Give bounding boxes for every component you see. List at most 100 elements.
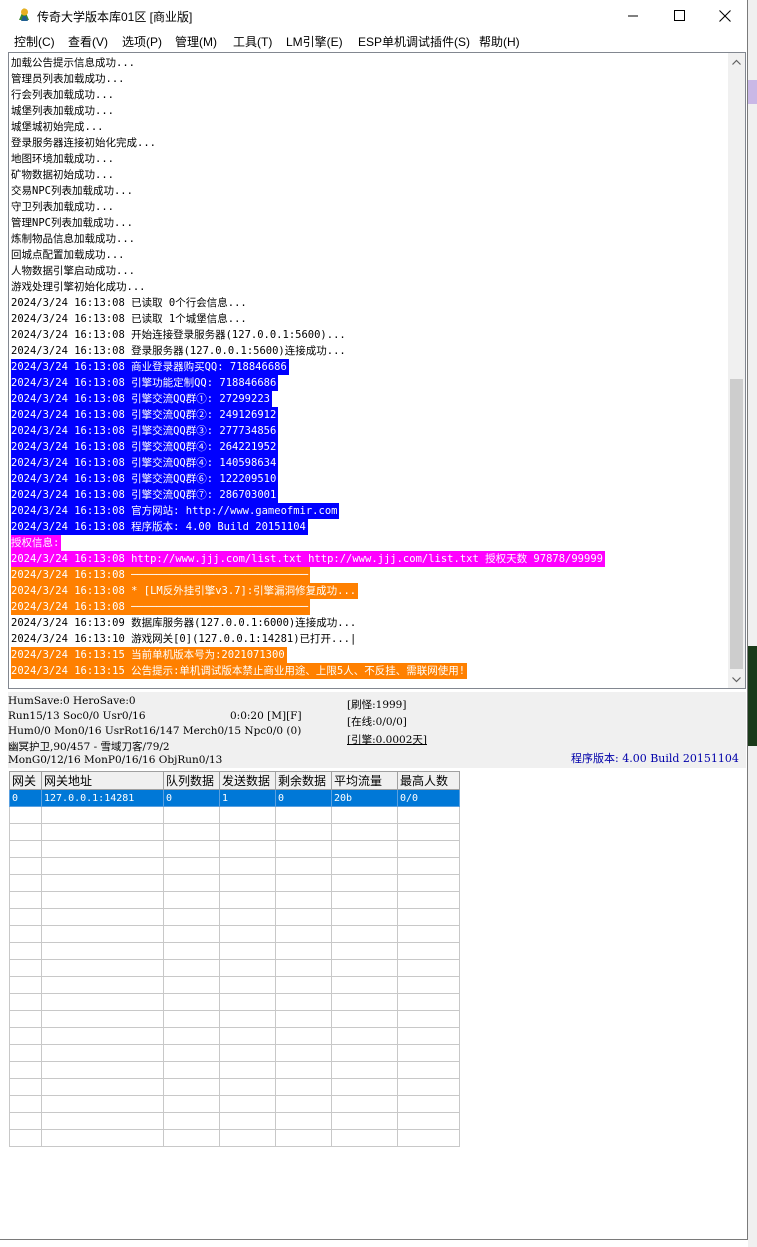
table-cell [397, 976, 460, 994]
col-send-data[interactable]: 发送数据 [219, 771, 276, 790]
hum-status: Hum0/0 Mon0/16 UsrRot16/147 Merch0/15 Np… [8, 725, 302, 737]
menu-lm-engine[interactable]: LM引擎(E) [286, 33, 343, 50]
table-cell [331, 908, 398, 926]
menu-options[interactable]: 选项(P) [122, 33, 162, 50]
log-line: 2024/3/24 16:13:10 游戏网关[0](127.0.0.1:142… [11, 631, 729, 647]
close-icon [719, 9, 731, 22]
log-line: 2024/3/24 16:13:09 数据库服务器(127.0.0.1:6000… [11, 615, 729, 631]
log-line-text: 加载公告提示信息成功... [11, 57, 135, 69]
menu-esp-plugin[interactable]: ESP单机调试插件(S) [358, 33, 470, 50]
cell-send: 1 [219, 789, 276, 807]
table-cell [219, 874, 276, 892]
menu-manage[interactable]: 管理(M) [175, 33, 217, 50]
table-cell [41, 908, 164, 926]
gateway-table: 网关 网关地址 队列数据 发送数据 剩余数据 平均流量 最高人数 0 127.0… [9, 771, 460, 1147]
menu-help[interactable]: 帮助(H) [479, 33, 520, 50]
table-cell [397, 959, 460, 977]
table-cell [397, 1078, 460, 1096]
log-line-text: 登录服务器连接初始化完成... [11, 137, 156, 149]
table-cell [9, 1078, 42, 1096]
col-gateway-address[interactable]: 网关地址 [41, 771, 164, 790]
table-cell [275, 959, 332, 977]
table-cell [41, 1095, 164, 1113]
table-cell [9, 925, 42, 943]
table-cell [397, 857, 460, 875]
table-cell [9, 908, 42, 926]
minimize-button[interactable] [610, 0, 656, 31]
table-cell [275, 840, 332, 858]
cell-remaining: 0 [275, 789, 332, 807]
table-cell [331, 823, 398, 841]
log-line-text: 2024/3/24 16:13:08 引擎交流QQ群②: 249126912 [11, 407, 279, 423]
table-row[interactable]: 0 127.0.0.1:14281 0 1 0 20b 0/0 [9, 789, 460, 807]
title-bar[interactable]: 传奇大学版本库01区 [商业版] [0, 0, 747, 31]
mon-gen-status: MonG0/12/16 MonP0/16/16 ObjRun0/13 [8, 754, 223, 766]
log-line-text: 炼制物品信息加载成功... [11, 233, 135, 245]
table-cell [331, 891, 398, 909]
menu-tools[interactable]: 工具(T) [233, 33, 272, 50]
table-cell [397, 908, 460, 926]
table-cell [275, 857, 332, 875]
table-cell [331, 1010, 398, 1028]
table-cell [41, 993, 164, 1011]
col-queue-data[interactable]: 队列数据 [163, 771, 220, 790]
log-line: 2024/3/24 16:13:08 ─────────────────────… [11, 567, 729, 583]
col-avg-traffic[interactable]: 平均流量 [331, 771, 398, 790]
table-row [9, 993, 460, 1011]
table-cell [9, 857, 42, 875]
table-cell [331, 1095, 398, 1113]
table-cell [219, 857, 276, 875]
log-line-text: 2024/3/24 16:13:15 公告提示:单机调试版本禁止商业用途、上限5… [11, 663, 468, 679]
col-max-users[interactable]: 最高人数 [397, 771, 460, 790]
close-button[interactable] [702, 0, 748, 31]
log-line: 2024/3/24 16:13:08 * [LM反外挂引擎v3.7]:引擎漏洞修… [11, 583, 729, 599]
log-line: 2024/3/24 16:13:08 引擎交流QQ群④: 140598634 [11, 455, 729, 471]
table-cell [163, 1061, 220, 1079]
col-remaining-data[interactable]: 剩余数据 [275, 771, 332, 790]
col-gateway[interactable]: 网关 [9, 771, 42, 790]
table-cell [41, 1129, 164, 1147]
table-cell [9, 1061, 42, 1079]
app-icon [19, 8, 29, 21]
log-line: 守卫列表加载成功... [11, 199, 729, 215]
table-cell [41, 891, 164, 909]
table-row [9, 857, 460, 875]
table-cell [41, 840, 164, 858]
log-line-text: 2024/3/24 16:13:15 当前单机版本号为:2021071300 [11, 647, 287, 663]
table-cell [163, 1044, 220, 1062]
scroll-down-arrow-icon[interactable] [728, 671, 745, 688]
table-cell [219, 823, 276, 841]
table-cell [275, 891, 332, 909]
table-cell [275, 806, 332, 824]
table-row [9, 891, 460, 909]
program-version: 程序版本: 4.00 Build 20151104 [571, 752, 739, 765]
table-cell [41, 857, 164, 875]
log-scrollbar[interactable] [728, 53, 745, 688]
table-cell [163, 925, 220, 943]
uptime: 0:0:20 [M][F] [230, 710, 302, 722]
menu-view[interactable]: 查看(V) [68, 33, 108, 50]
engine-days-link[interactable]: [引擎:0.0002天] [347, 732, 427, 747]
log-line: 2024/3/24 16:13:08 引擎交流QQ群⑦: 286703001 [11, 487, 729, 503]
table-cell [163, 976, 220, 994]
menu-control[interactable]: 控制(C) [14, 33, 55, 50]
log-line-text: 城堡列表加载成功... [11, 105, 114, 117]
scroll-thumb[interactable] [730, 379, 743, 669]
log-line: 炼制物品信息加载成功... [11, 231, 729, 247]
table-cell [41, 1112, 164, 1130]
log-line: 城堡列表加载成功... [11, 103, 729, 119]
log-line: 2024/3/24 16:13:15 当前单机版本号为:2021071300 [11, 647, 729, 663]
table-cell [219, 1129, 276, 1147]
scroll-up-arrow-icon[interactable] [728, 53, 745, 70]
maximize-button[interactable] [656, 0, 702, 31]
log-output[interactable]: 加载公告提示信息成功... 管理员列表加载成功... 行会列表加载成功... 城堡列表… [8, 52, 746, 689]
status-panel: HumSave:0 HeroSave:0 Run15/13 Soc0/0 Usr… [8, 692, 746, 768]
log-line: 管理NPC列表加载成功... [11, 215, 729, 231]
table-cell [331, 959, 398, 977]
log-line: 管理员列表加载成功... [11, 71, 729, 87]
table-cell [163, 993, 220, 1011]
table-cell [9, 1044, 42, 1062]
table-row [9, 806, 460, 824]
table-cell [275, 874, 332, 892]
log-line: 游戏处理引擎初始化成功... [11, 279, 729, 295]
